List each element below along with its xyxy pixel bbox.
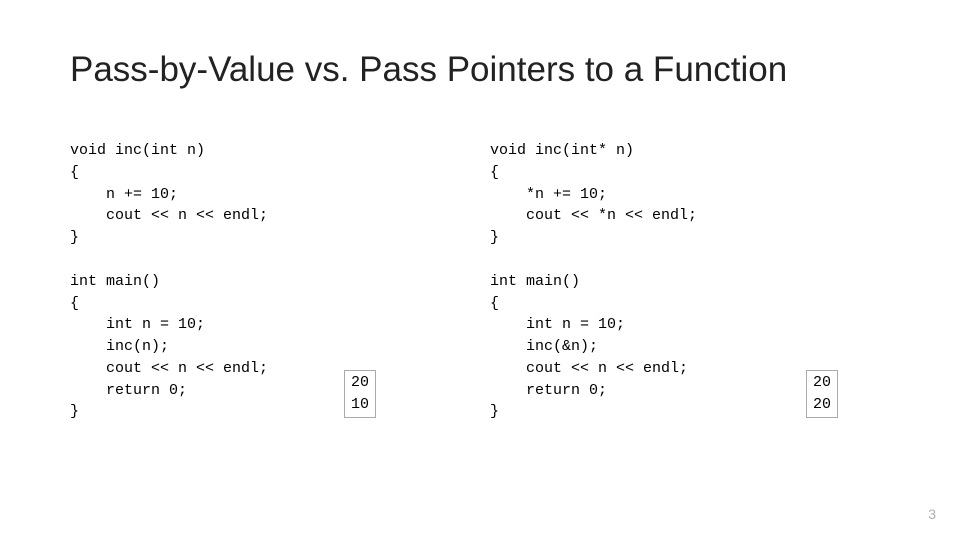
left-main-code: int main() { int n = 10; inc(n); cout <<…: [70, 271, 490, 423]
right-output-box: 20 20: [806, 370, 838, 418]
page-number: 3: [928, 506, 936, 522]
left-column: void inc(int n) { n += 10; cout << n << …: [70, 140, 490, 423]
right-func-code: void inc(int* n) { *n += 10; cout << *n …: [490, 140, 910, 249]
slide-title: Pass-by-Value vs. Pass Pointers to a Fun…: [70, 50, 787, 90]
right-main-code: int main() { int n = 10; inc(&n); cout <…: [490, 271, 910, 423]
left-output-box: 20 10: [344, 370, 376, 418]
right-column: void inc(int* n) { *n += 10; cout << *n …: [490, 140, 910, 423]
left-func-code: void inc(int n) { n += 10; cout << n << …: [70, 140, 490, 249]
